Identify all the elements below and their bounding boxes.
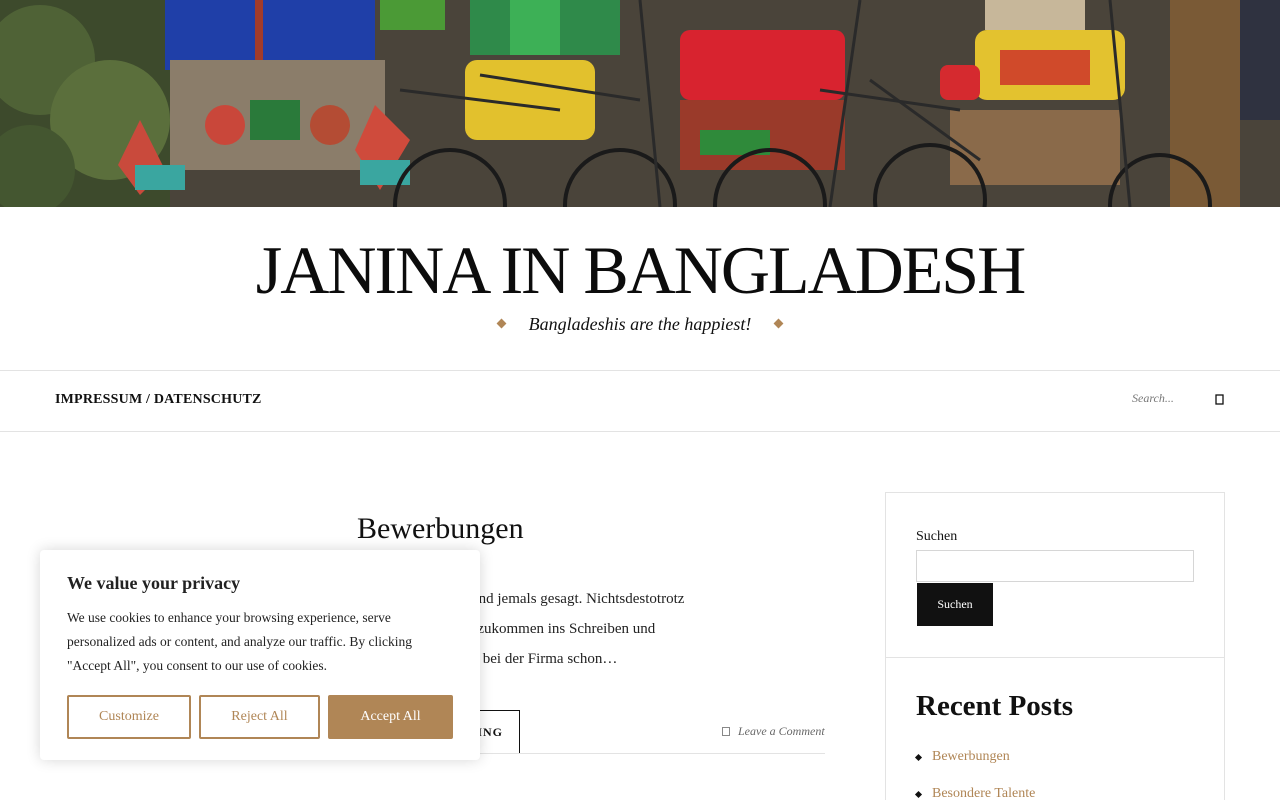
main-navigation: IMPRESSUM / DATENSCHUTZ xyxy=(0,370,1280,432)
nav-item-impressum[interactable]: IMPRESSUM / DATENSCHUTZ xyxy=(55,392,262,408)
recent-post-link[interactable]: Besondere Talente xyxy=(932,786,1035,800)
recent-posts-title: Recent Posts xyxy=(916,690,1074,722)
site-tagline: Bangladeshis are the happiest! xyxy=(0,314,1280,335)
sidebar-divider xyxy=(886,657,1224,658)
cookie-accept-all-button[interactable]: Accept All xyxy=(328,695,453,739)
list-item: Besondere Talente xyxy=(916,785,1035,800)
recent-posts-list: Bewerbungen Besondere Talente xyxy=(916,748,1035,800)
leave-comment-link[interactable]: Leave a Comment xyxy=(722,724,825,739)
recent-post-link[interactable]: Bewerbungen xyxy=(932,749,1010,764)
cookie-consent-banner: We value your privacy We use cookies to … xyxy=(40,550,480,760)
comment-icon xyxy=(722,726,730,736)
cookie-title: We value your privacy xyxy=(67,573,241,593)
leave-comment-label[interactable]: Leave a Comment xyxy=(738,724,825,738)
sidebar-search-label: Suchen xyxy=(916,529,958,544)
post-title[interactable]: Bewerbungen xyxy=(357,512,524,546)
list-item: Bewerbungen xyxy=(916,748,1035,766)
cookie-reject-all-button[interactable]: Reject All xyxy=(199,695,320,739)
header-hero-image xyxy=(0,0,1280,207)
diamond-icon xyxy=(496,318,507,329)
tagline-text: Bangladeshis are the happiest! xyxy=(528,314,752,334)
search-icon[interactable] xyxy=(1213,393,1227,407)
header-search-input[interactable] xyxy=(1132,391,1212,406)
diamond-icon xyxy=(773,318,784,329)
sidebar: Suchen Suchen Recent Posts Bewerbungen B… xyxy=(885,492,1225,800)
cookie-description: We use cookies to enhance your browsing … xyxy=(67,610,412,673)
sidebar-search-input[interactable] xyxy=(916,550,1194,582)
sidebar-search-button[interactable]: Suchen xyxy=(917,583,993,626)
site-title[interactable]: JANINA IN BANGLADESH xyxy=(0,236,1280,304)
cookie-customize-button[interactable]: Customize xyxy=(67,695,191,739)
